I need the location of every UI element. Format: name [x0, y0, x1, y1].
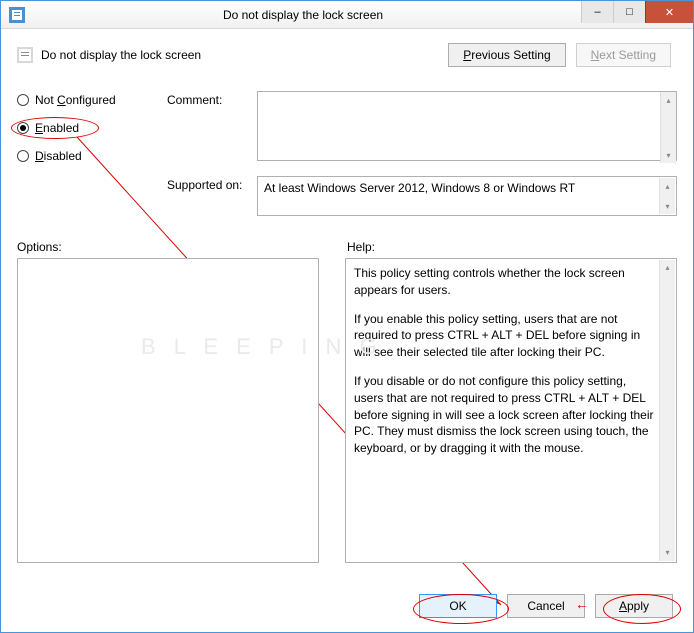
- minimize-button[interactable]: –: [581, 1, 613, 23]
- comment-scrollbar[interactable]: ▴▾: [660, 92, 676, 163]
- cancel-button[interactable]: Cancel: [507, 594, 585, 618]
- policy-subtitle: Do not display the lock screen: [41, 48, 201, 62]
- state-radios: Not Configured Enabled Disabled: [17, 91, 167, 228]
- maximize-button[interactable]: □: [613, 1, 645, 23]
- window-controls: – □ ✕: [581, 1, 693, 28]
- next-setting-button[interactable]: Next Setting: [576, 43, 671, 67]
- supported-on-text: At least Windows Server 2012, Windows 8 …: [257, 176, 677, 216]
- help-label: Help:: [347, 240, 677, 254]
- apply-button[interactable]: Apply: [595, 594, 673, 618]
- options-label: Options:: [17, 240, 347, 254]
- help-paragraph: If you enable this policy setting, users…: [354, 311, 656, 361]
- help-paragraph: This policy setting controls whether the…: [354, 265, 656, 299]
- help-paragraph: If you disable or do not configure this …: [354, 373, 656, 457]
- app-icon: [9, 7, 25, 23]
- radio-not-configured[interactable]: Not Configured: [17, 93, 167, 107]
- policy-editor-window: Do not display the lock screen – □ ✕ Do …: [0, 0, 694, 633]
- options-pane: [17, 258, 319, 563]
- ok-button[interactable]: OK: [419, 594, 497, 618]
- titlebar: Do not display the lock screen – □ ✕: [1, 1, 693, 29]
- radio-enabled[interactable]: Enabled: [17, 121, 167, 135]
- radio-disabled[interactable]: Disabled: [17, 149, 167, 163]
- help-scrollbar[interactable]: ▴▾: [659, 260, 675, 561]
- window-title: Do not display the lock screen: [25, 8, 581, 22]
- comment-textarea[interactable]: [257, 91, 677, 161]
- dialog-buttons: OK Cancel Apply: [419, 594, 673, 618]
- supported-scrollbar[interactable]: ▴▾: [659, 178, 675, 214]
- close-button[interactable]: ✕: [645, 1, 693, 23]
- comment-label: Comment:: [167, 91, 257, 164]
- help-pane: This policy setting controls whether the…: [345, 258, 677, 563]
- previous-setting-button[interactable]: Previous Setting: [448, 43, 565, 67]
- policy-icon: [17, 47, 33, 63]
- supported-label: Supported on:: [167, 176, 257, 216]
